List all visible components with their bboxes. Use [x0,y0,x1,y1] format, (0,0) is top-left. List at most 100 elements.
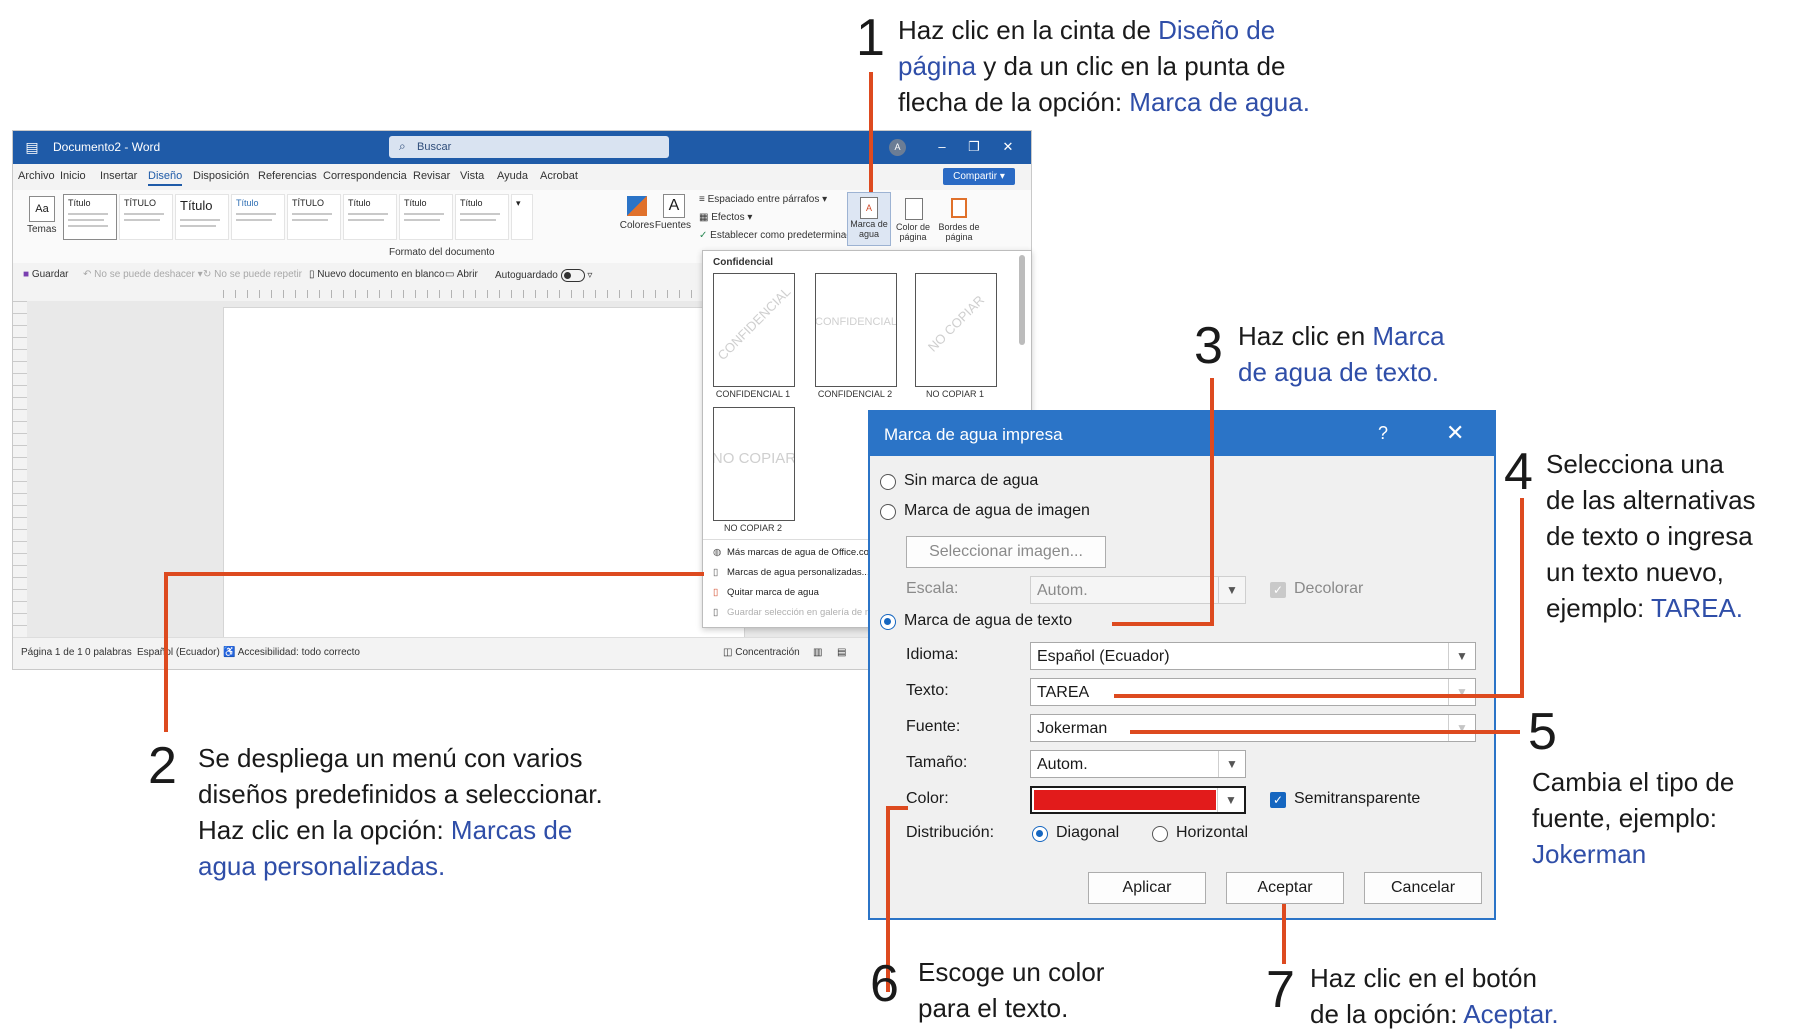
deshacer-button[interactable]: ↶ No se puede deshacer ▾ [83,269,203,280]
horizontal-label[interactable]: Horizontal [1176,824,1248,842]
watermark-option-confidencial-1[interactable]: CONFIDENCIAL [713,273,795,387]
style-thumb[interactable]: Título [343,194,397,240]
style-thumb[interactable]: Título [63,194,117,240]
help-icon[interactable]: ? [1378,423,1388,444]
focus-icon: ◫ [723,647,736,658]
colores-button[interactable]: Colores [620,194,654,231]
tab-disposicion[interactable]: Disposición [193,170,249,182]
cancelar-button[interactable]: Cancelar [1364,872,1482,904]
style-thumb[interactable]: Título [399,194,453,240]
status-accessibility[interactable]: ♿ Accesibilidad: todo correcto [223,647,360,658]
callout-7-line: Haz clic en el botón [1310,963,1537,993]
style-thumb[interactable]: Título [455,194,509,240]
close-icon[interactable]: ✕ [1446,420,1464,446]
color-select[interactable]: ▼ [1030,786,1246,814]
callout-line-1 [869,72,873,192]
label-sin-marca[interactable]: Sin marca de agua [904,472,1038,490]
menu-item-quitar-marca[interactable]: ▯ Quitar marca de agua [713,587,819,598]
word-app-icon[interactable]: ▤ [23,138,41,156]
tab-insertar[interactable]: Insertar [100,170,137,182]
avatar[interactable]: A [889,139,906,156]
tamano-select[interactable]: Autom. ▼ [1030,750,1246,778]
guardar-button[interactable]: ■ Guardar [23,269,69,280]
label-marca-imagen[interactable]: Marca de agua de imagen [904,502,1090,520]
minimize-icon[interactable]: – [931,137,953,157]
fuente-select[interactable]: Jokerman ▼ [1030,714,1476,742]
callout-2-line: Se despliega un menú con varios [198,743,583,773]
efectos-button[interactable]: ▦ Efectos ▾ [699,212,752,223]
status-focus[interactable]: ◫ Concentración [723,647,800,658]
aplicar-button[interactable]: Aplicar [1088,872,1206,904]
callout-number-6: 6 [870,955,899,1013]
tab-archivo[interactable]: Archivo [18,170,55,182]
style-thumb[interactable]: Título [231,194,285,240]
radio-horizontal[interactable] [1152,826,1168,842]
document-page[interactable] [223,307,745,639]
menu-item-marcas-personalizadas[interactable]: ▯ Marcas de agua personalizadas... [713,567,870,578]
tab-revisar[interactable]: Revisar [413,170,450,182]
tab-correspondencia[interactable]: Correspondencia [323,170,407,182]
seleccionar-imagen-button[interactable]: Seleccionar imagen... [906,536,1106,568]
radio-marca-imagen[interactable] [880,504,896,520]
share-button[interactable]: Compartir ▾ [943,168,1015,185]
tab-ayuda[interactable]: Ayuda [497,170,528,182]
print-layout-icon[interactable]: ▤ [837,647,846,658]
semitransparente-label[interactable]: Semitransparente [1294,790,1420,808]
style-thumb[interactable]: TÍTULO [119,194,173,240]
nuevo-documento-button[interactable]: ▯ Nuevo documento en blanco [309,269,445,280]
diagonal-label[interactable]: Diagonal [1056,824,1119,842]
aceptar-button[interactable]: Aceptar [1226,872,1344,904]
scrollbar[interactable] [1019,255,1025,345]
style-thumb[interactable]: TÍTULO [287,194,341,240]
restore-icon[interactable]: ❐ [963,137,985,157]
tab-vista[interactable]: Vista [460,170,484,182]
radio-sin-marca[interactable] [880,474,896,490]
tab-inicio[interactable]: Inicio [60,170,86,182]
status-words[interactable]: 0 palabras [85,647,132,658]
tab-acrobat[interactable]: Acrobat [540,170,578,182]
watermark-option-confidencial-2[interactable]: CONFIDENCIAL [815,273,897,387]
repetir-button[interactable]: ↻ No se puede repetir [203,269,302,280]
watermark-option-no-copiar-1[interactable]: NO COPIAR [915,273,997,387]
status-language[interactable]: Español (Ecuador) [137,647,220,658]
style-thumb[interactable]: Título [175,194,229,240]
espaciado-label: Espaciado entre párrafos [707,194,820,205]
search-box[interactable]: ⌕ Buscar [389,136,669,158]
accessibility-label: Accesibilidad: todo correcto [237,647,360,658]
tab-referencias[interactable]: Referencias [258,170,317,182]
semitransparente-checkbox[interactable]: ✓ [1270,792,1286,808]
accessibility-icon: ♿ [223,647,238,658]
menu-item-mas-marcas[interactable]: ◍ Más marcas de agua de Office.com [713,547,877,558]
label-marca-texto[interactable]: Marca de agua de texto [904,612,1072,630]
texto-combobox[interactable]: TAREA ▼ [1030,678,1476,706]
callout-line-5 [1130,730,1520,734]
temas-button[interactable]: Aa Temas [27,196,57,236]
read-mode-icon[interactable]: ▥ [813,647,822,658]
watermark-option-no-copiar-2[interactable]: NO COPIAR [713,407,795,521]
callout-1-line: y da un clic en la punta de [976,51,1286,81]
callout-3-line: Haz clic en [1238,321,1373,351]
autoguardado-toggle[interactable]: Autoguardado ▿ [495,269,592,282]
toggle-switch[interactable] [560,269,585,282]
close-icon[interactable]: ✕ [997,137,1019,157]
idioma-select[interactable]: Español (Ecuador) ▼ [1030,642,1476,670]
callout-number-3: 3 [1194,317,1223,375]
chevron-down-icon[interactable]: ▿ [587,270,592,281]
radio-marca-texto[interactable] [880,614,896,630]
abrir-button[interactable]: ▭ Abrir [445,269,478,280]
style-gallery-scroll[interactable]: ▾ [511,194,533,240]
fuentes-button[interactable]: A Fuentes [655,194,691,231]
group-label: Formato del documento [389,247,495,258]
status-page[interactable]: Página 1 de 1 [21,647,83,658]
bordes-de-pagina-button[interactable]: Bordes de página [937,194,981,246]
decolorar-checkbox[interactable]: ✓ [1270,582,1286,598]
color-de-pagina-button[interactable]: Color de página [893,194,933,246]
establecer-button[interactable]: ✓ Establecer como predeterminada [699,230,857,241]
watermark-dialog: Marca de agua impresa ? ✕ Sin marca de a… [868,410,1496,920]
style-thumb-title: TÍTULO [292,198,325,208]
decolorar-label[interactable]: Decolorar [1294,580,1363,598]
tab-diseno[interactable]: Diseño [148,170,183,186]
marca-de-agua-button[interactable]: A Marca de agua [847,192,891,246]
radio-diagonal[interactable] [1032,826,1048,842]
espaciado-button[interactable]: ≡ Espaciado entre párrafos ▾ [699,194,827,205]
